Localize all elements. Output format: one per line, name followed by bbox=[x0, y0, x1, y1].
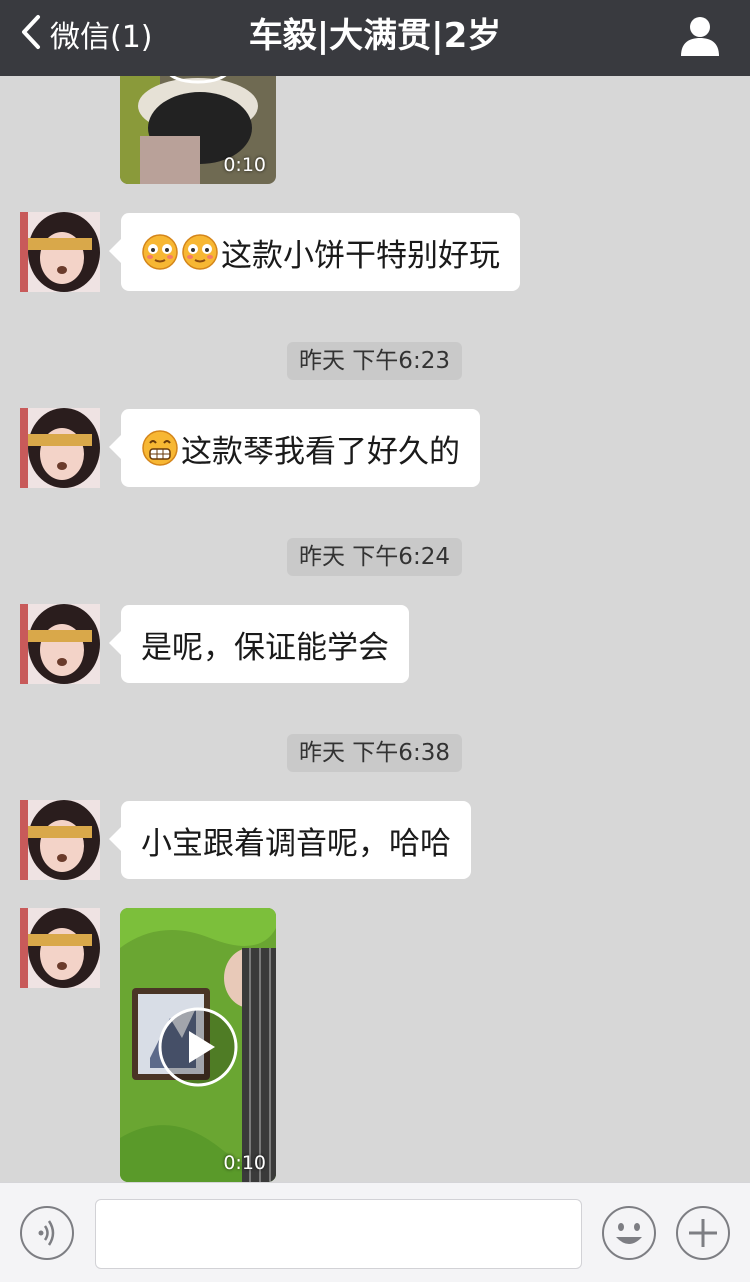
avatar[interactable] bbox=[20, 212, 100, 292]
grin-emoji-icon bbox=[141, 429, 179, 467]
avatar[interactable] bbox=[20, 908, 100, 988]
emoji-button[interactable] bbox=[601, 1205, 657, 1261]
play-icon[interactable] bbox=[157, 1006, 239, 1088]
video-message[interactable]: 0:10 bbox=[120, 908, 276, 1182]
message-bubble[interactable]: 是呢，保证能学会 bbox=[109, 605, 409, 683]
chat-area[interactable]: 0:10 这款小饼干特别好玩 昨天 下午6:23 这款琴我看了好久的 昨天 下午… bbox=[0, 76, 750, 1182]
plus-icon bbox=[675, 1205, 731, 1261]
video-duration: 0:10 bbox=[223, 1152, 266, 1174]
timestamp: 昨天 下午6:24 bbox=[287, 538, 462, 576]
message-text: 是呢，保证能学会 bbox=[141, 629, 389, 666]
back-label: 微信(1) bbox=[50, 20, 153, 55]
person-icon bbox=[678, 17, 722, 62]
avatar[interactable] bbox=[20, 604, 100, 684]
message-bubble[interactable]: 这款小饼干特别好玩 bbox=[109, 213, 520, 291]
timestamp: 昨天 下午6:38 bbox=[287, 734, 462, 772]
back-button[interactable]: 微信(1) bbox=[18, 14, 153, 55]
video-duration: 0:10 bbox=[223, 154, 266, 176]
voice-icon bbox=[19, 1205, 75, 1261]
more-button[interactable] bbox=[675, 1205, 731, 1261]
avatar[interactable] bbox=[20, 408, 100, 488]
message-text: 这款小饼干特别好玩 bbox=[221, 237, 500, 274]
video-message[interactable]: 0:10 bbox=[120, 76, 276, 184]
chevron-left-icon bbox=[18, 14, 44, 54]
input-toolbar bbox=[0, 1182, 750, 1282]
chat-title: 车毅|大满贯|2岁 bbox=[248, 16, 502, 56]
blush-emoji-icon bbox=[141, 233, 179, 271]
message-input[interactable] bbox=[95, 1199, 582, 1269]
blush-emoji-icon bbox=[181, 233, 219, 271]
navigation-bar: 微信(1) 车毅|大满贯|2岁 bbox=[0, 0, 750, 76]
message-bubble[interactable]: 这款琴我看了好久的 bbox=[109, 409, 480, 487]
timestamp: 昨天 下午6:23 bbox=[287, 342, 462, 380]
voice-button[interactable] bbox=[19, 1205, 75, 1261]
message-text: 小宝跟着调音呢，哈哈 bbox=[141, 825, 451, 862]
message-text: 这款琴我看了好久的 bbox=[181, 433, 460, 470]
emoji-icon bbox=[601, 1205, 657, 1261]
chat-info-button[interactable] bbox=[678, 14, 722, 58]
message-bubble[interactable]: 小宝跟着调音呢，哈哈 bbox=[109, 801, 471, 879]
avatar[interactable] bbox=[20, 800, 100, 880]
